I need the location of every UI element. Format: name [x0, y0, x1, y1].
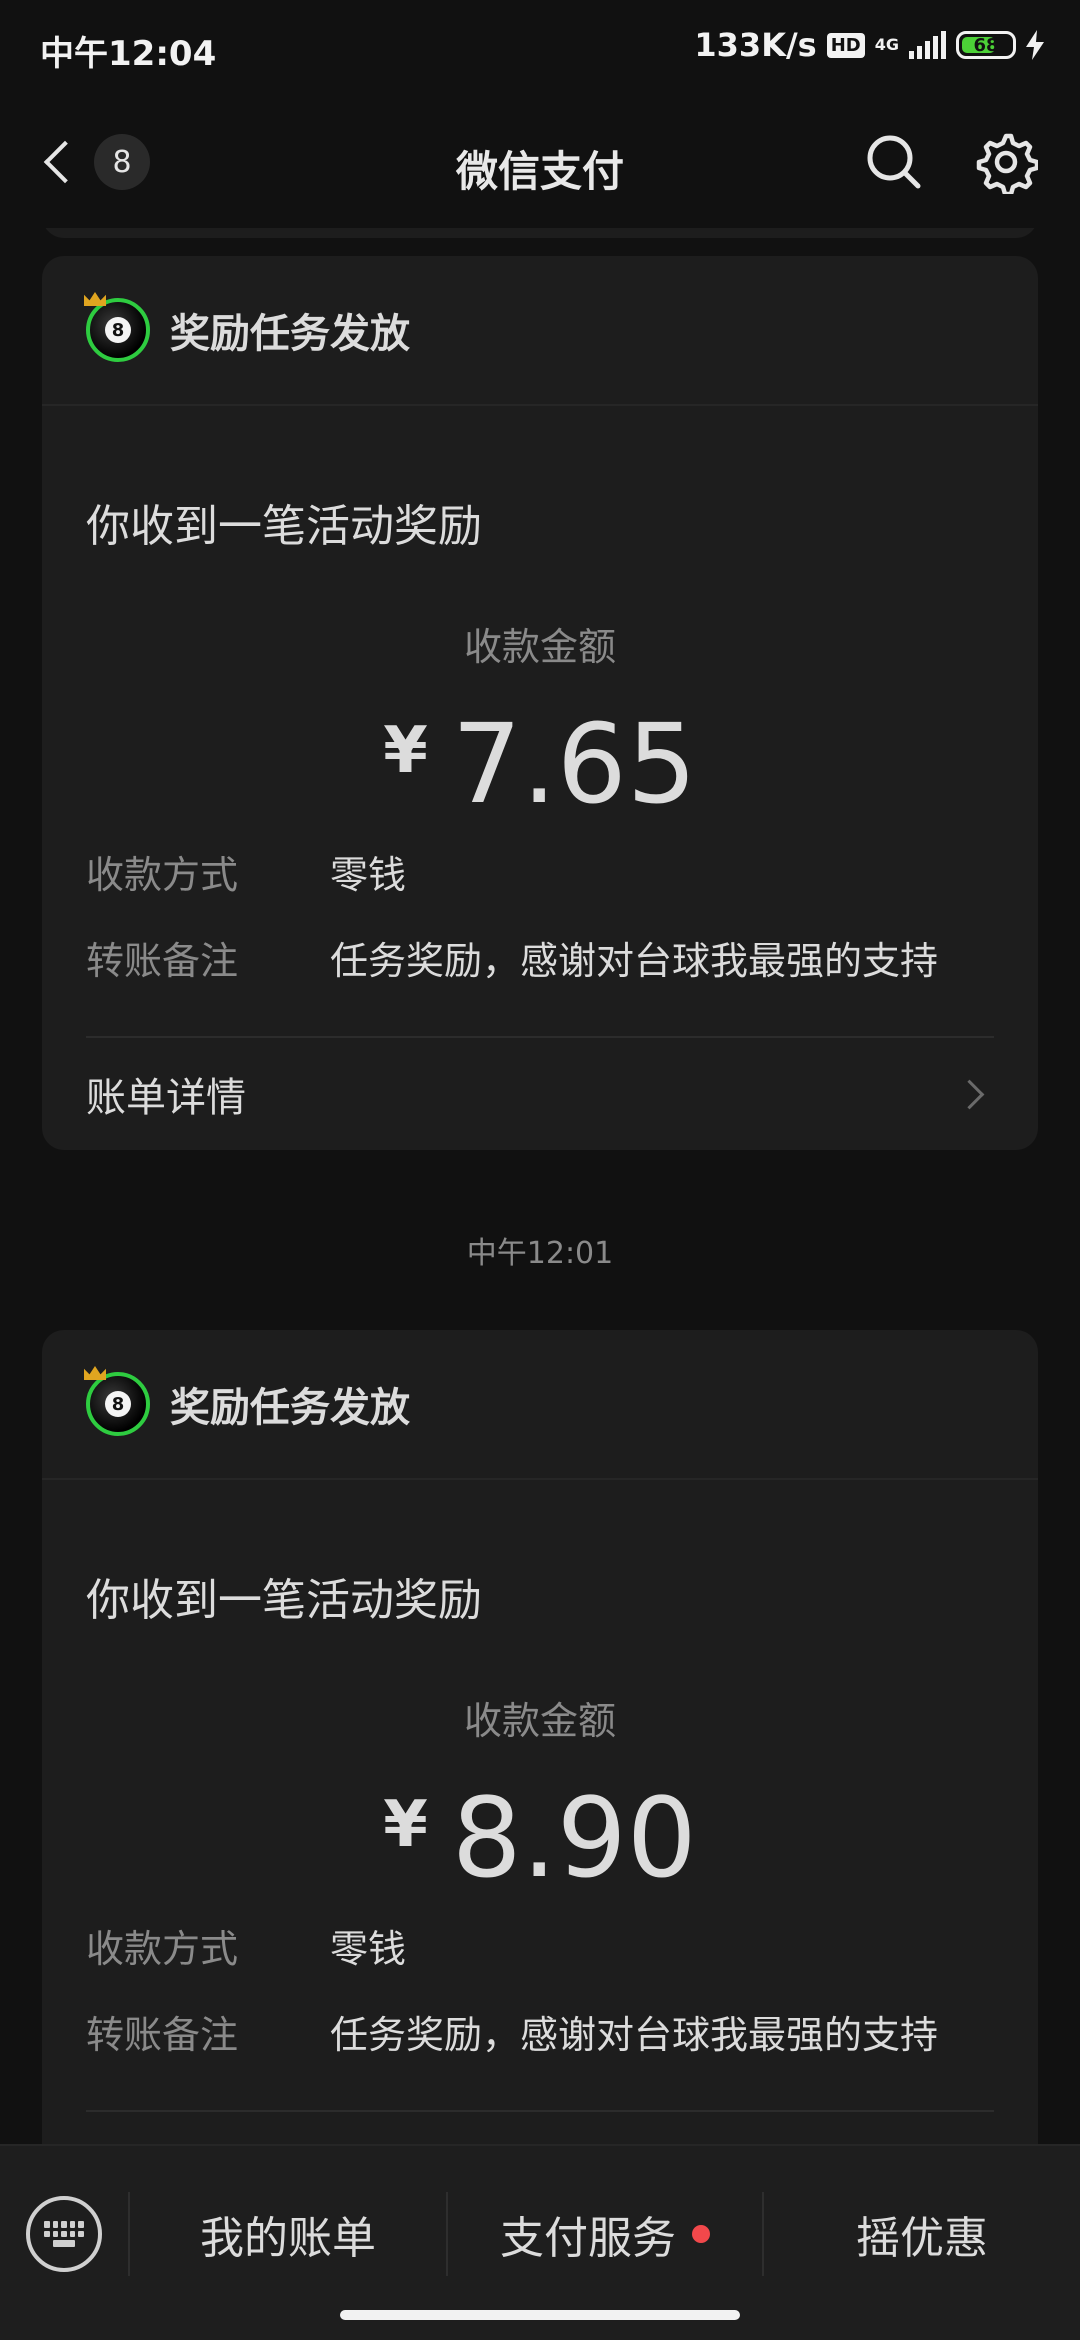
- message-timestamp: 中午12:01: [466, 1236, 614, 1271]
- transfer-note-row: 转账备注 任务奖励，感谢对台球我最强的支持: [86, 930, 994, 985]
- bill-details-link[interactable]: 账单详情: [86, 1038, 994, 1150]
- card-body: 你收到一笔活动奖励 收款金额 ¥7.65 收款方式 零钱 转账备注 任务奖励，感…: [42, 406, 1038, 1150]
- previous-card-edge: [42, 228, 1038, 238]
- chevron-right-icon: [954, 1079, 985, 1109]
- sender-name: 奖励任务发放: [170, 1385, 410, 1431]
- card-headline: 你收到一笔活动奖励: [86, 1575, 482, 1626]
- bill-details-label: 账单详情: [86, 1075, 246, 1121]
- network-type-label: 4G: [874, 35, 899, 54]
- battery-level: 68: [973, 34, 999, 56]
- keyboard-icon: [44, 2221, 84, 2247]
- notification-dot: [692, 2225, 710, 2243]
- network-type: 4G: [875, 37, 899, 53]
- status-icons: 133K/s HD 4G 68: [694, 26, 1044, 64]
- menu-shake-deals[interactable]: 摇优惠: [764, 2194, 1080, 2274]
- hd-icon: HD: [826, 32, 865, 58]
- battery-icon: 68: [956, 31, 1016, 59]
- nav-bar: 8 微信支付: [0, 96, 1080, 228]
- status-bar: 中午12:04 133K/s HD 4G 68: [0, 0, 1080, 96]
- amount-label: 收款金额: [463, 625, 616, 669]
- currency-symbol: ¥: [383, 714, 428, 788]
- transfer-note-label: 转账备注: [86, 2013, 239, 2057]
- transfer-note-value: 任务奖励，感谢对台球我最强的支持: [330, 2013, 939, 2057]
- home-indicator[interactable]: [340, 2310, 740, 2320]
- amount-label: 收款金额: [463, 1699, 616, 1743]
- payment-method-label: 收款方式: [86, 853, 239, 897]
- menu-payment-services-label: 支付服务: [500, 2213, 676, 2264]
- card-headline: 你收到一笔活动奖励: [86, 501, 482, 552]
- keyboard-toggle-button[interactable]: [26, 2196, 102, 2272]
- sender-name: 奖励任务发放: [170, 311, 410, 357]
- amount: ¥8.90: [42, 1770, 1038, 1893]
- message-list[interactable]: 8 奖励任务发放 你收到一笔活动奖励 收款金额 ¥7.65 收款方式 零钱 转账…: [0, 228, 1080, 2144]
- card-header: 8 奖励任务发放: [42, 1330, 1038, 1480]
- charging-icon: [1026, 30, 1044, 60]
- payment-method-value: 零钱: [330, 853, 407, 897]
- billiards-app-logo-icon: 8: [84, 292, 150, 362]
- transfer-note-row: 转账备注 任务奖励，感谢对台球我最强的支持: [86, 2004, 994, 2059]
- payment-card[interactable]: 8 奖励任务发放 你收到一笔活动奖励 收款金额 ¥8.90 收款方式 零钱 转账…: [42, 1330, 1038, 2144]
- menu-payment-services[interactable]: 支付服务: [448, 2194, 762, 2274]
- payment-method-value: 零钱: [330, 1927, 407, 1971]
- gear-icon[interactable]: [974, 130, 1038, 194]
- menu-my-bills-label: 我的账单: [200, 2213, 376, 2264]
- payment-method-label: 收款方式: [86, 1927, 239, 1971]
- card-body: 你收到一笔活动奖励 收款金额 ¥8.90 收款方式 零钱 转账备注 任务奖励，感…: [42, 1480, 1038, 2144]
- amount: ¥7.65: [42, 696, 1038, 819]
- payment-method-row: 收款方式 零钱: [86, 844, 994, 899]
- payment-card[interactable]: 8 奖励任务发放 你收到一笔活动奖励 收款金额 ¥7.65 收款方式 零钱 转账…: [42, 256, 1038, 1150]
- divider: [86, 2110, 994, 2112]
- menu-shake-deals-label: 摇优惠: [856, 2213, 988, 2264]
- transfer-note-label: 转账备注: [86, 939, 239, 983]
- card-header: 8 奖励任务发放: [42, 256, 1038, 406]
- transfer-note-value: 任务奖励，感谢对台球我最强的支持: [330, 939, 939, 983]
- amount-value: 8.90: [451, 1774, 697, 1902]
- billiards-app-logo-icon: 8: [84, 1366, 150, 1436]
- payment-method-row: 收款方式 零钱: [86, 1918, 994, 1973]
- signal-icon: [909, 31, 946, 59]
- search-icon[interactable]: [862, 130, 926, 194]
- menu-my-bills[interactable]: 我的账单: [130, 2194, 446, 2274]
- currency-symbol: ¥: [383, 1788, 428, 1862]
- amount-value: 7.65: [451, 700, 697, 828]
- status-time: 中午12:04: [40, 34, 217, 74]
- net-speed: 133K/s: [694, 26, 817, 64]
